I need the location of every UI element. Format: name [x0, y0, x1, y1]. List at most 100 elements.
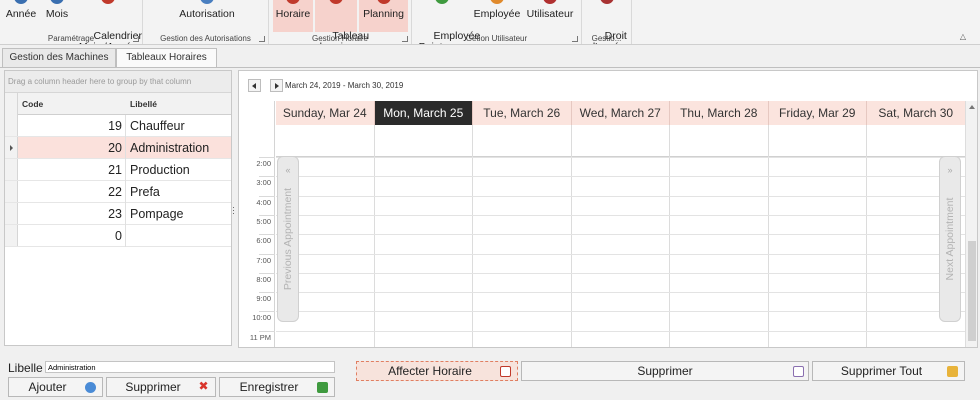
- hour-line: [276, 195, 966, 197]
- planning-icon: [376, 0, 391, 4]
- day-column[interactable]: [375, 125, 473, 347]
- cell-libelle[interactable]: Pompage: [127, 203, 184, 225]
- libelle-input[interactable]: [45, 361, 335, 373]
- cell-code[interactable]: 22: [18, 181, 126, 203]
- double-chevron-left-icon: «: [285, 165, 291, 175]
- group-label: Getion Utilisateur: [465, 34, 528, 43]
- time-tick: [259, 157, 275, 158]
- previous-appointment-button[interactable]: « Previous Appointment: [277, 156, 299, 322]
- day-column[interactable]: [473, 125, 572, 347]
- ribbon: Année Mois Calendrier Mois /Année Paramé…: [0, 0, 980, 45]
- employee-button[interactable]: Employée: [472, 0, 522, 32]
- time-label: 6:00: [256, 236, 271, 246]
- table-row[interactable]: 0: [5, 225, 231, 247]
- group-launcher-icon[interactable]: [259, 36, 265, 42]
- table-row[interactable]: 22 Prefa: [5, 181, 231, 203]
- supprimer-libelle-button[interactable]: Supprimer ✖: [106, 377, 216, 397]
- grid-body: 19 Chauffeur 20 Administration 21 Production 2…: [5, 115, 231, 247]
- hour-line: [276, 214, 966, 216]
- day-header[interactable]: Wed, March 27: [571, 101, 670, 125]
- horaire-button[interactable]: Horaire: [273, 0, 313, 32]
- table-row[interactable]: 20 Administration: [5, 137, 231, 159]
- day-header[interactable]: Sat, March 30: [867, 101, 966, 125]
- previous-appointment-label: Previous Appointment: [282, 187, 294, 291]
- next-appointment-button[interactable]: » Next Appointment: [939, 156, 961, 322]
- ribbon-group-parametrage: Année Mois Calendrier Mois /Année Paramé…: [0, 0, 143, 44]
- scroll-thumb[interactable]: [968, 241, 976, 341]
- cell-libelle[interactable]: Chauffeur: [127, 115, 185, 137]
- cell-libelle[interactable]: Production: [127, 159, 190, 181]
- group-launcher-icon[interactable]: [572, 36, 578, 42]
- autorisation-button[interactable]: Autorisation: [171, 0, 243, 32]
- scroll-up-icon[interactable]: [969, 105, 975, 109]
- affecter-horaire-button[interactable]: Affecter Horaire: [356, 361, 518, 381]
- tab-tableaux-horaires[interactable]: Tableaux Horaires: [116, 48, 217, 68]
- day-header[interactable]: Tue, March 26: [473, 101, 572, 125]
- time-ruler: 2:00 3:00 4:00 5:00 6:00 7:00 8:00 9:00 10:00 11 …: [239, 101, 275, 347]
- table-row[interactable]: 23 Pompage: [5, 203, 231, 225]
- annee-button[interactable]: Année: [4, 0, 38, 32]
- day-header[interactable]: Mon, March 25: [374, 101, 473, 125]
- splitter-handle[interactable]: · · ·: [232, 203, 235, 218]
- mois-button[interactable]: Mois: [42, 0, 72, 32]
- row-indicator[interactable]: [5, 115, 18, 136]
- row-indicator[interactable]: [5, 225, 18, 246]
- day-header[interactable]: Friday, Mar 29: [768, 101, 867, 125]
- scheduler-nav: March 24, 2019 - March 30, 2019: [239, 71, 977, 100]
- key-icon: [600, 0, 614, 4]
- column-header-libelle[interactable]: Libellé: [130, 93, 230, 115]
- group-label: Gestion Horaire: [311, 34, 369, 43]
- previous-week-button[interactable]: [248, 79, 261, 92]
- tableau-horaire-button[interactable]: Tableau horaire: [315, 0, 369, 44]
- ribbon-collapse-icon[interactable]: △: [960, 32, 966, 41]
- time-tick: [259, 195, 275, 197]
- supprimer-tout-button[interactable]: Supprimer Tout: [812, 361, 965, 381]
- day-column[interactable]: [670, 125, 769, 347]
- tab-gestion-machines[interactable]: Gestion des Machines: [2, 48, 116, 67]
- cell-libelle[interactable]: Administration: [127, 137, 209, 159]
- vertical-scrollbar[interactable]: [965, 101, 977, 347]
- row-indicator[interactable]: [5, 137, 18, 158]
- save-icon: [317, 382, 328, 393]
- cell-code[interactable]: 21: [18, 159, 126, 181]
- row-indicator[interactable]: [5, 159, 18, 180]
- group-panel[interactable]: Drag a column header here to group by th…: [5, 71, 231, 93]
- time-tick: [259, 330, 275, 332]
- cell-code[interactable]: 20: [18, 137, 126, 159]
- utilisateur-button[interactable]: Utilisateur: [524, 0, 576, 32]
- cell-code[interactable]: 0: [18, 225, 126, 247]
- column-header-code[interactable]: Code: [22, 93, 126, 115]
- double-chevron-right-icon: »: [947, 165, 953, 175]
- horaires-grid: Drag a column header here to group by th…: [4, 70, 232, 346]
- day-header[interactable]: Thu, March 28: [670, 101, 769, 125]
- day-header[interactable]: Sunday, Mar 24: [276, 101, 375, 125]
- row-indicator[interactable]: [5, 181, 18, 202]
- time-label: 3:00: [256, 178, 271, 188]
- clock-icon: [286, 0, 300, 4]
- scheduler: March 24, 2019 - March 30, 2019 2:00 3:00…: [238, 70, 978, 348]
- row-indicator[interactable]: [5, 203, 18, 224]
- enregistrer-button[interactable]: Enregistrer: [219, 377, 335, 397]
- cell-libelle[interactable]: [127, 225, 130, 247]
- time-label: 7:00: [256, 255, 271, 265]
- droit-acces-button[interactable]: Droit d'accés: [586, 0, 628, 44]
- table-row[interactable]: 21 Production: [5, 159, 231, 181]
- day-column[interactable]: [572, 125, 670, 347]
- employee-pointeuse-button[interactable]: Employée Pointeuse: [416, 0, 480, 44]
- ajouter-button[interactable]: Ajouter: [8, 377, 103, 397]
- group-label: Gestio...: [591, 34, 622, 43]
- supprimer-button[interactable]: Supprimer: [521, 361, 809, 381]
- group-launcher-icon[interactable]: [402, 36, 408, 42]
- clock-table-icon: [329, 0, 343, 4]
- day-column[interactable]: [769, 125, 867, 347]
- time-tick: [259, 253, 275, 255]
- group-launcher-icon[interactable]: [133, 36, 139, 42]
- cell-code[interactable]: 23: [18, 203, 126, 225]
- table-row[interactable]: 19 Chauffeur: [5, 115, 231, 137]
- next-week-button[interactable]: [270, 79, 283, 92]
- cell-libelle[interactable]: Prefa: [127, 181, 160, 203]
- cell-code[interactable]: 19: [18, 115, 126, 137]
- planning-button[interactable]: Planning: [359, 0, 408, 32]
- user-icon: [543, 0, 557, 4]
- calendrier-button[interactable]: Calendrier Mois /Année: [76, 0, 142, 44]
